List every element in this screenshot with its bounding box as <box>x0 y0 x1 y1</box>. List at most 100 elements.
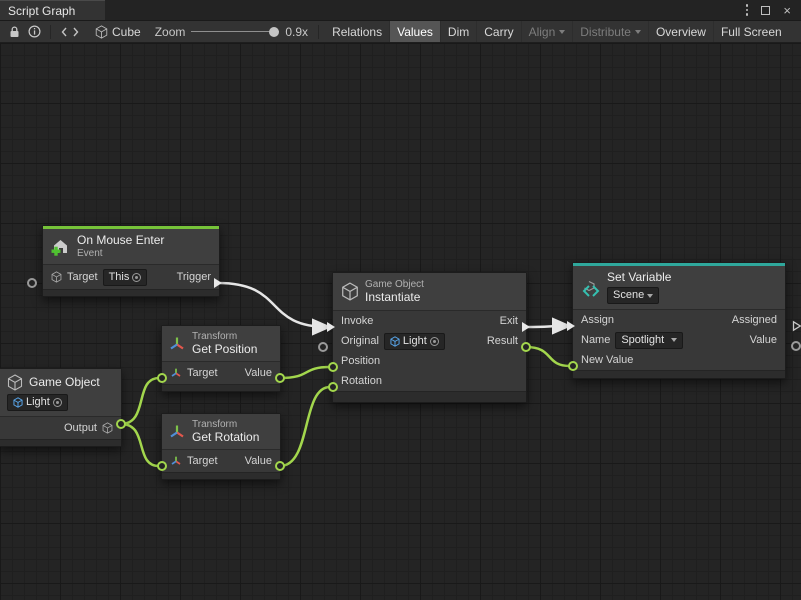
node-instantiate[interactable]: Game Object Instantiate Invoke Exit Orig… <box>332 272 527 403</box>
target-input-port[interactable] <box>27 278 37 288</box>
node-title: Get Rotation <box>192 431 259 444</box>
cube-icon <box>341 282 359 301</box>
tab-title: Script Graph <box>8 4 75 18</box>
window-menu-icon[interactable] <box>746 4 749 16</box>
node-light-object[interactable]: Game Object Light Output <box>0 368 122 447</box>
cube-icon <box>102 422 113 434</box>
value-output-port[interactable] <box>791 341 801 351</box>
variable-scope-dropdown[interactable]: Scene <box>607 287 659 304</box>
target-value-chip[interactable]: This <box>103 269 148 286</box>
chevron-down-icon <box>671 338 677 342</box>
target-input-port[interactable] <box>157 461 167 471</box>
original-input-port[interactable] <box>318 342 328 352</box>
transform-icon <box>170 367 182 379</box>
position-input-port[interactable] <box>328 362 338 372</box>
rotation-input-port[interactable] <box>328 382 338 392</box>
exit-output-port[interactable] <box>521 321 531 333</box>
target-port-label: Target <box>187 455 218 467</box>
transform-icon <box>168 335 186 353</box>
output-port[interactable] <box>116 419 126 429</box>
chevron-down-icon <box>647 294 653 298</box>
lock-icon[interactable] <box>4 21 24 42</box>
graph-name-label: Cube <box>112 25 141 39</box>
target-port-label: Target <box>187 367 218 379</box>
trigger-port-label: Trigger <box>177 271 211 283</box>
name-port-label: Name <box>581 334 610 346</box>
values-button[interactable]: Values <box>389 21 440 42</box>
distribute-dropdown[interactable]: Distribute <box>572 21 648 42</box>
node-title: Get Position <box>192 343 257 356</box>
node-subtitle: Event <box>77 248 164 259</box>
align-dropdown[interactable]: Align <box>521 21 573 42</box>
window-controls: × <box>746 0 801 20</box>
chevron-down-icon <box>635 30 641 34</box>
graph-breadcrumb[interactable]: Cube <box>95 25 141 39</box>
zoom-value: 0.9x <box>285 25 308 39</box>
node-get-rotation[interactable]: Transform Get Rotation Target Value <box>161 413 281 480</box>
new-value-input-port[interactable] <box>568 361 578 371</box>
graph-toolbar: Cube Zoom 0.9x Relations Values Dim Carr… <box>0 21 801 43</box>
zoom-control: Zoom 0.9x <box>155 25 308 39</box>
trigger-output-port[interactable] <box>213 277 223 289</box>
zoom-slider-handle[interactable] <box>269 27 279 37</box>
value-output-port[interactable] <box>275 373 285 383</box>
fullscreen-button[interactable]: Full Screen <box>713 21 789 42</box>
node-title: Set Variable <box>607 271 671 284</box>
tab-script-graph[interactable]: Script Graph <box>0 0 105 20</box>
invoke-input-port[interactable] <box>326 321 336 333</box>
cube-icon <box>95 25 108 39</box>
position-port-label: Position <box>341 355 380 367</box>
object-picker-icon[interactable] <box>430 337 439 346</box>
game-object-cube-icon <box>13 397 23 408</box>
dim-button[interactable]: Dim <box>440 21 476 42</box>
variable-icon <box>581 278 601 298</box>
value-port-label: Value <box>750 334 777 346</box>
value-port-label: Value <box>245 367 272 379</box>
code-view-icon[interactable] <box>57 21 83 42</box>
assign-input-port[interactable] <box>566 320 576 332</box>
variable-name-dropdown[interactable]: Spotlight <box>615 332 683 349</box>
node-title: Game Object <box>29 376 100 389</box>
carry-button[interactable]: Carry <box>476 21 520 42</box>
info-icon[interactable] <box>24 21 44 42</box>
new-value-port-label: New Value <box>581 354 633 366</box>
original-port-label: Original <box>341 335 379 347</box>
node-category: Transform <box>192 419 259 430</box>
window-tab-strip: Script Graph × <box>0 0 801 21</box>
mouse-enter-event-icon <box>49 236 71 258</box>
object-picker-icon[interactable] <box>53 398 62 407</box>
chevron-down-icon <box>559 30 565 34</box>
original-value-chip[interactable]: Light <box>384 333 445 350</box>
node-get-position[interactable]: Transform Get Position Target Value <box>161 325 281 392</box>
output-port-label: Output <box>64 422 97 434</box>
result-output-port[interactable] <box>521 342 531 352</box>
transform-icon <box>170 455 182 467</box>
zoom-slider[interactable] <box>191 27 279 37</box>
node-category: Game Object <box>365 279 424 290</box>
invoke-port-label: Invoke <box>341 315 373 327</box>
overview-button[interactable]: Overview <box>648 21 713 42</box>
relations-button[interactable]: Relations <box>325 21 389 42</box>
rotation-port-label: Rotation <box>341 375 382 387</box>
transform-icon <box>168 423 186 441</box>
target-port-label: Target <box>67 271 98 283</box>
cube-icon <box>51 271 62 283</box>
game-object-cube-icon <box>390 336 400 347</box>
graph-canvas[interactable]: On Mouse Enter Event Target This Trigger <box>0 43 801 600</box>
light-value-chip[interactable]: Light <box>7 394 68 411</box>
zoom-label: Zoom <box>155 25 186 39</box>
node-category: Transform <box>192 331 257 342</box>
result-port-label: Result <box>487 335 518 347</box>
assigned-output-port[interactable] <box>792 320 801 332</box>
maximize-icon[interactable] <box>761 6 770 15</box>
value-output-port[interactable] <box>275 461 285 471</box>
target-input-port[interactable] <box>157 373 167 383</box>
value-port-label: Value <box>245 455 272 467</box>
node-set-variable[interactable]: Set Variable Scene Assign Assigned Name … <box>572 262 786 379</box>
node-title: On Mouse Enter <box>77 234 164 247</box>
close-icon[interactable]: × <box>783 4 791 17</box>
node-on-mouse-enter[interactable]: On Mouse Enter Event Target This Trigger <box>42 225 220 297</box>
assign-port-label: Assign <box>581 314 614 326</box>
object-picker-icon[interactable] <box>132 273 141 282</box>
node-title: Instantiate <box>365 291 424 304</box>
